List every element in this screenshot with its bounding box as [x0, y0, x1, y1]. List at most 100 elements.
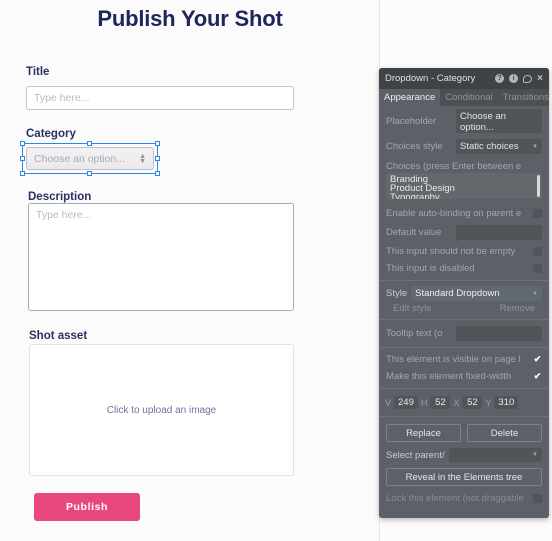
resize-handle-middle-left[interactable]: [20, 155, 25, 161]
category-label: Category: [26, 128, 76, 140]
tooltip-input[interactable]: [456, 326, 542, 341]
select-parent-row: Select parent/ ▼: [379, 446, 549, 464]
lock-element-checkbox[interactable]: [533, 494, 542, 503]
page-title: Publish Your Shot: [97, 6, 283, 31]
category-dropdown-placeholder: Choose an option...: [34, 152, 126, 165]
autobinding-label: Enable auto-binding on parent e: [386, 208, 522, 219]
choices-label: Choices (press Enter between e: [386, 160, 522, 172]
style-actions-row: Edit style Remove: [379, 303, 549, 316]
panel-header-icons: ? i ×: [495, 73, 543, 84]
visible-row: This element is visible on page l ✔: [379, 351, 549, 368]
divider-5: [379, 416, 549, 417]
y-value[interactable]: 310: [494, 396, 519, 409]
height-key: H: [420, 397, 428, 408]
replace-button[interactable]: Replace: [386, 424, 461, 442]
fixed-width-row: Make this element fixed-width ✔: [379, 368, 549, 385]
choices-field: [386, 173, 542, 202]
fixed-width-checkbox[interactable]: ✔: [533, 371, 542, 381]
chevron-down-icon: ▼: [532, 452, 538, 458]
resize-handle-top-left[interactable]: [20, 141, 25, 146]
resize-handle-top-center[interactable]: [87, 141, 92, 146]
style-value: Standard Dropdown: [415, 288, 500, 299]
select-parent-dropdown[interactable]: ▼: [448, 448, 542, 462]
autobinding-row: Enable auto-binding on parent e: [379, 205, 549, 222]
height-value[interactable]: 52: [430, 396, 451, 409]
fixed-width-label: Make this element fixed-width: [386, 371, 512, 382]
not-empty-row: This input should not be empty: [379, 243, 549, 260]
resize-handle-top-right[interactable]: [155, 141, 160, 146]
chevron-down-icon: ▼: [532, 143, 538, 150]
placeholder-label: Placeholder: [386, 115, 437, 127]
default-value-input[interactable]: [456, 225, 542, 240]
title-input[interactable]: [26, 86, 294, 110]
lock-element-label: Lock this element (not draggable: [386, 493, 524, 504]
choices-style-select[interactable]: Static choices ▼: [456, 139, 542, 154]
resize-handle-bottom-right[interactable]: [155, 171, 160, 176]
tooltip-row: Tooltip text (o: [379, 323, 549, 344]
tab-transitions[interactable]: Transitions: [498, 89, 549, 106]
select-parent-label: Select parent/: [386, 449, 445, 461]
category-dropdown-control[interactable]: Choose an option... ▲ ▼: [26, 147, 154, 170]
chevron-down-icon: ▼: [532, 290, 538, 297]
comment-bubble-icon[interactable]: [523, 74, 533, 83]
upload-prompt-text: Click to upload an image: [106, 404, 217, 416]
shot-asset-label: Shot asset: [29, 330, 88, 342]
width-value[interactable]: 249: [394, 396, 418, 409]
choices-textarea[interactable]: [386, 173, 542, 199]
default-value-label: Default value: [386, 227, 442, 238]
remove-style-link[interactable]: Remove: [500, 303, 535, 314]
panel-tabs: Appearance Conditional Transitions: [379, 89, 549, 106]
replace-delete-row: Replace Delete: [379, 420, 549, 446]
close-icon[interactable]: ×: [537, 73, 543, 84]
reveal-row: Reveal in the Elements tree: [379, 464, 549, 490]
x-key: X: [453, 397, 460, 408]
default-value-row: Default value: [379, 222, 549, 243]
delete-button[interactable]: Delete: [467, 424, 542, 442]
visible-checkbox[interactable]: ✔: [533, 354, 542, 364]
reveal-in-elements-tree-button[interactable]: Reveal in the Elements tree: [386, 468, 542, 486]
placeholder-row: Placeholder Choose an option...: [379, 106, 549, 136]
resize-handle-middle-right[interactable]: [155, 155, 160, 161]
not-empty-checkbox[interactable]: [533, 247, 542, 256]
y-key: Y: [485, 397, 492, 408]
description-label: Description: [28, 191, 92, 203]
choices-scrollbar[interactable]: [537, 175, 540, 197]
publish-button[interactable]: Publish: [34, 493, 140, 521]
info-circle-icon[interactable]: i: [509, 74, 519, 83]
app-root: Publish Your Shot Title Category Choose …: [0, 0, 552, 541]
panel-header: Dropdown - Category ? i ×: [379, 68, 549, 89]
lock-element-row: Lock this element (not draggable: [379, 490, 549, 507]
help-circle-icon[interactable]: ?: [495, 74, 505, 83]
not-empty-label: This input should not be empty: [386, 246, 516, 257]
autobinding-checkbox[interactable]: [533, 209, 542, 218]
x-value[interactable]: 52: [462, 396, 483, 409]
tab-conditional[interactable]: Conditional: [440, 89, 498, 106]
divider-4: [379, 388, 549, 389]
width-key: V: [385, 397, 392, 408]
stepper-arrows-icon: ▲ ▼: [139, 152, 146, 165]
style-row: Style Standard Dropdown ▼: [379, 284, 549, 303]
resize-handle-bottom-left[interactable]: [20, 171, 25, 176]
panel-body: Placeholder Choose an option... Choices …: [379, 106, 549, 507]
divider-2: [379, 319, 549, 320]
style-select[interactable]: Standard Dropdown ▼: [411, 286, 542, 301]
image-upload-dropzone[interactable]: Click to upload an image: [29, 344, 294, 476]
resize-handle-bottom-center[interactable]: [87, 171, 92, 176]
tab-appearance[interactable]: Appearance: [379, 89, 441, 106]
disabled-label: This input is disabled: [386, 263, 475, 274]
form-canvas: Publish Your Shot Title Category Choose …: [0, 0, 380, 541]
placeholder-input[interactable]: Choose an option...: [456, 109, 542, 133]
divider-3: [379, 347, 549, 348]
style-label: Style: [386, 288, 408, 299]
choices-style-value: Static choices: [460, 141, 519, 152]
panel-title: Dropdown - Category: [385, 73, 476, 84]
category-dropdown[interactable]: Choose an option... ▲ ▼: [26, 147, 154, 170]
divider-1: [379, 280, 549, 281]
element-inspector-panel: Dropdown - Category ? i × Appearance Con…: [379, 68, 549, 518]
tooltip-label: Tooltip text (o: [386, 328, 443, 339]
disabled-row: This input is disabled: [379, 260, 549, 277]
edit-style-link[interactable]: Edit style: [393, 303, 432, 314]
description-textarea[interactable]: [28, 203, 294, 311]
disabled-checkbox[interactable]: [533, 264, 542, 273]
dimensions-row: V 249 H 52 X 52 Y 310: [379, 392, 549, 413]
